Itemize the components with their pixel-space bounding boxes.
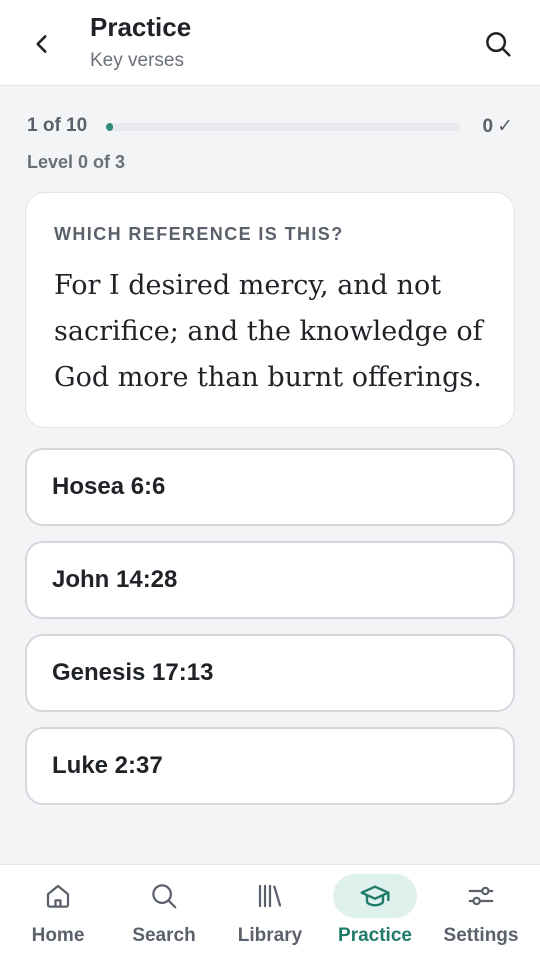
level-indicator: Level 0 of 3	[27, 152, 126, 172]
score-value: 0	[482, 116, 494, 137]
chevron-left-icon	[36, 35, 47, 53]
progress-row: 1 of 10 0 ✓	[27, 113, 513, 141]
nav-item-settings[interactable]: Settings	[427, 865, 535, 960]
question-card: WHICH REFERENCE IS THIS? For I desired m…	[25, 192, 515, 428]
home-icon	[46, 884, 70, 908]
answer-option[interactable]: Hosea 6:6	[25, 448, 515, 526]
nav-label-home: Home	[31, 925, 85, 946]
nav-label-search: Search	[132, 925, 196, 946]
search-icon	[152, 884, 177, 909]
nav-item-library[interactable]: Library	[216, 865, 324, 960]
answer-option[interactable]: Genesis 17:13	[25, 634, 515, 712]
progress-count: 1 of 10	[27, 115, 88, 136]
nav-label-library: Library	[237, 925, 303, 946]
verse-text: For I desired mercy, and not sacrifice; …	[54, 270, 483, 393]
library-icon	[258, 884, 282, 908]
nav-item-home[interactable]: Home	[4, 865, 112, 960]
page-subtitle: Key verses	[90, 50, 184, 71]
question-label: WHICH REFERENCE IS THIS?	[54, 224, 344, 244]
sliders-icon	[468, 886, 494, 906]
check-icon: ✓	[497, 116, 513, 137]
nav-label-practice: Practice	[338, 925, 412, 946]
bottom-navigation: Home Search Library Practice Settings	[0, 864, 540, 960]
search-button[interactable]	[478, 24, 518, 64]
page-title: Practice	[90, 12, 192, 42]
nav-item-search[interactable]: Search	[110, 865, 218, 960]
nav-item-practice[interactable]: Practice	[321, 865, 429, 960]
nav-label-settings: Settings	[443, 925, 519, 946]
back-button[interactable]	[22, 24, 62, 64]
app-header: Practice Key verses	[0, 0, 540, 86]
answer-option[interactable]: Luke 2:37	[25, 727, 515, 805]
progress-bar	[106, 123, 460, 131]
progress-bar-fill	[106, 123, 114, 131]
score-counter: 0 ✓	[483, 115, 514, 138]
search-icon	[486, 32, 511, 57]
answer-option[interactable]: John 14:28	[25, 541, 515, 619]
graduation-cap-icon	[360, 885, 390, 907]
